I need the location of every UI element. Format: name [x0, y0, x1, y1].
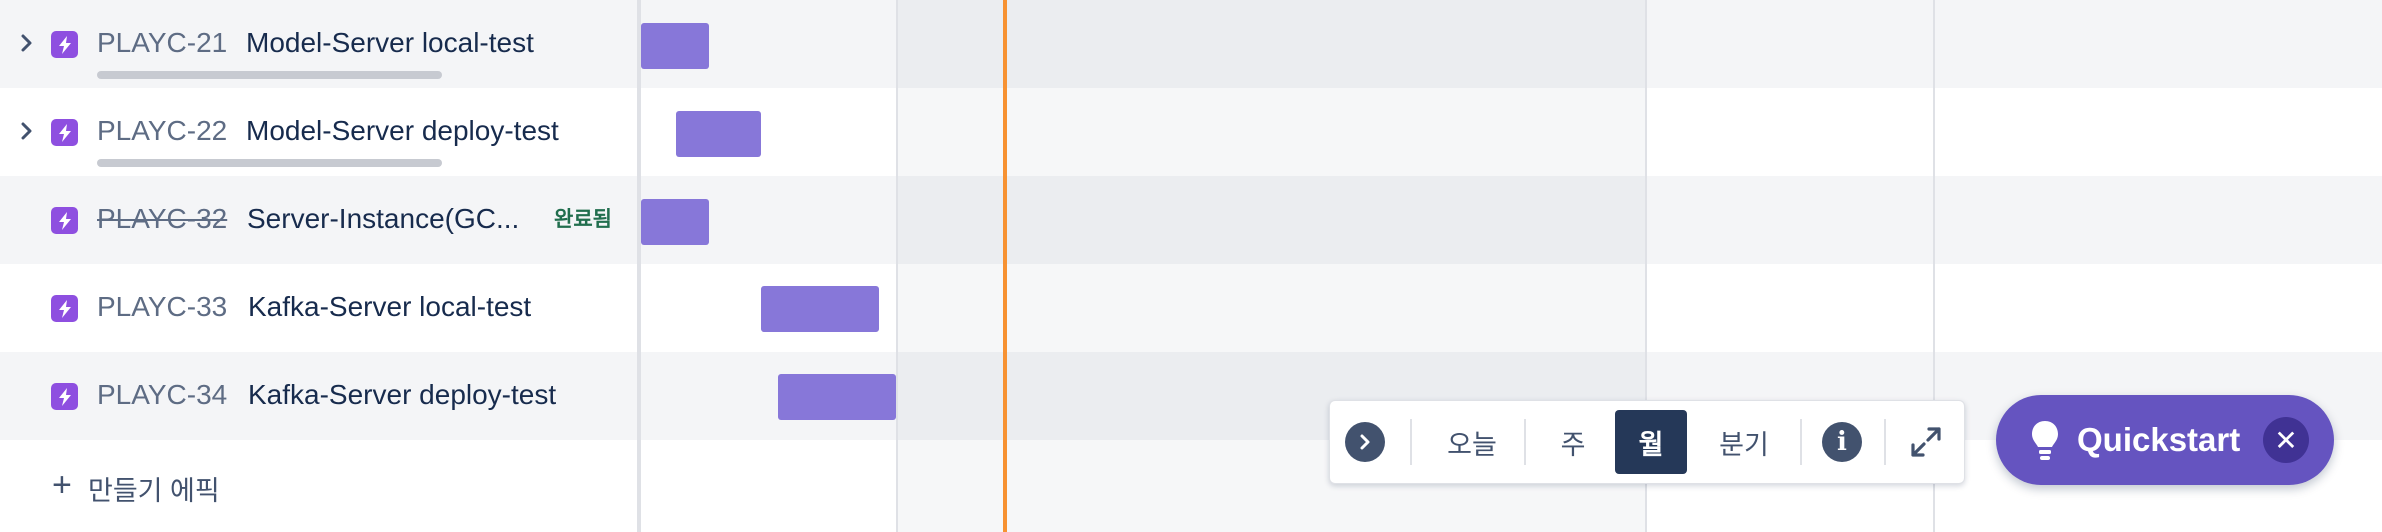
toolbar-separator: [1800, 419, 1802, 465]
epic-key[interactable]: PLAYC-34: [97, 379, 227, 411]
roadmap-view: PLAYC-21 Model-Server local-test PLAYC-2…: [0, 0, 2382, 532]
week-button[interactable]: 주: [1538, 410, 1608, 474]
epic-icon: [51, 295, 78, 322]
expand-icon: [1911, 427, 1941, 457]
chevron-right-icon: [1345, 422, 1385, 462]
plus-icon[interactable]: +: [52, 468, 72, 502]
quarter-button[interactable]: 분기: [1694, 410, 1794, 474]
epic-title[interactable]: Kafka-Server deploy-test: [248, 379, 556, 411]
epic-icon: [51, 207, 78, 234]
grid-line: [896, 0, 898, 532]
epic-row[interactable]: PLAYC-32 Server-Instance(GC... 완료됨: [0, 176, 638, 264]
epic-bar[interactable]: [761, 286, 879, 332]
today-marker: [1003, 0, 1007, 532]
epic-icon: [51, 31, 78, 58]
quickstart-label: Quickstart: [2077, 421, 2241, 458]
epic-key[interactable]: PLAYC-21: [97, 27, 227, 59]
info-button[interactable]: i: [1814, 410, 1870, 474]
lightbulb-icon: [2032, 421, 2058, 460]
epic-row[interactable]: PLAYC-21 Model-Server local-test: [0, 0, 638, 88]
epic-bar[interactable]: [641, 23, 709, 69]
epic-key[interactable]: PLAYC-33: [97, 291, 227, 323]
today-button[interactable]: 오늘: [1422, 410, 1522, 474]
quickstart-button[interactable]: Quickstart ✕: [1996, 395, 2334, 485]
epic-bar[interactable]: [641, 199, 709, 245]
epic-title[interactable]: Model-Server local-test: [246, 27, 534, 59]
epic-bar[interactable]: [676, 111, 761, 157]
progress-bar: [97, 71, 442, 79]
info-icon: i: [1822, 422, 1862, 462]
timeline-toolbar: 오늘 주 월 분기 i: [1329, 400, 1965, 484]
month-button[interactable]: 월: [1615, 410, 1687, 474]
epic-row[interactable]: PLAYC-33 Kafka-Server local-test: [0, 264, 638, 352]
progress-bar: [97, 159, 442, 167]
epic-title[interactable]: Kafka-Server local-test: [248, 291, 531, 323]
epic-row[interactable]: PLAYC-22 Model-Server deploy-test: [0, 88, 638, 176]
epic-key[interactable]: PLAYC-22: [97, 115, 227, 147]
toolbar-separator: [1524, 419, 1526, 465]
epic-bar[interactable]: [778, 374, 896, 420]
create-epic-label[interactable]: 만들기 에픽: [88, 469, 220, 508]
epic-row[interactable]: PLAYC-34 Kafka-Server deploy-test: [0, 352, 638, 440]
fullscreen-button[interactable]: [1898, 410, 1954, 474]
chevron-right-icon[interactable]: [16, 120, 38, 142]
toolbar-separator: [1884, 419, 1886, 465]
collapse-panel-button[interactable]: [1340, 410, 1390, 474]
epic-title[interactable]: Model-Server deploy-test: [246, 115, 559, 147]
epic-icon: [51, 383, 78, 410]
epic-list: PLAYC-21 Model-Server local-test PLAYC-2…: [0, 0, 638, 532]
epic-icon: [51, 119, 78, 146]
status-badge: 완료됨: [554, 208, 612, 231]
close-icon[interactable]: ✕: [2263, 417, 2309, 463]
toolbar-separator: [1410, 419, 1412, 465]
chevron-right-icon[interactable]: [16, 32, 38, 54]
epic-title[interactable]: Server-Instance(GC...: [247, 203, 519, 235]
epic-key[interactable]: PLAYC-32: [97, 203, 227, 235]
